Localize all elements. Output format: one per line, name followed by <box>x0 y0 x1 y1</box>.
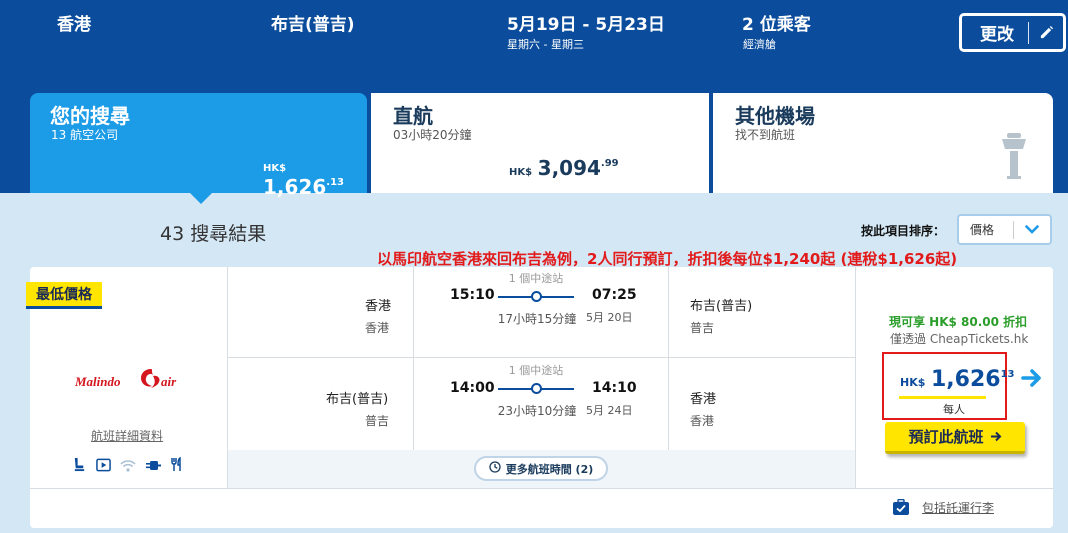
divider <box>855 267 856 488</box>
return-stops: 1 個中途站 <box>508 364 564 377</box>
sort-label: 按此項目排序： <box>861 224 946 238</box>
chevron-down-icon <box>1014 225 1050 234</box>
divider <box>668 267 669 450</box>
via-site-text: 僅透過 CheapTickets.hk <box>890 332 1029 346</box>
baggage-label: 包括託運行李 <box>922 501 995 515</box>
clock-icon <box>489 461 501 476</box>
price-underline <box>899 396 986 399</box>
outbound-arrival-date: 5月 20日 <box>586 311 633 324</box>
sort-value: 價格 <box>970 223 995 237</box>
return-duration: 23小時10分鐘 <box>497 404 577 418</box>
baggage-info[interactable]: 包括託運行李 <box>892 499 994 516</box>
sort-dropdown[interactable]: 價格 <box>957 214 1052 245</box>
video-icon <box>96 457 111 476</box>
return-destination-city: 香港 <box>690 392 717 407</box>
button-divider <box>1028 21 1029 44</box>
amenities-list <box>72 456 183 476</box>
cabin-class: 經濟艙 <box>743 38 776 51</box>
airline-logo: Malindo air <box>74 362 185 400</box>
outbound-origin-airport: 香港 <box>365 321 390 335</box>
origin-city: 香港 <box>57 15 91 35</box>
tab-subtitle: 03小時20分鐘 <box>393 128 472 142</box>
destination-city: 布吉(普吉) <box>271 15 355 35</box>
flight-price: HK$ 1,62613 <box>900 367 1015 392</box>
more-flight-times-button[interactable]: 更多航班時間 (2) <box>474 456 608 481</box>
outbound-destination-city: 布吉(普吉) <box>690 299 753 314</box>
svg-text:air: air <box>161 374 177 389</box>
outbound-arrival-time: 07:25 <box>592 287 637 303</box>
tab-your-search[interactable]: 您的搜尋 13 航空公司 HK$ 1,626.13 <box>30 93 367 199</box>
pencil-icon <box>1029 25 1063 40</box>
change-search-label: 更改 <box>980 25 1014 45</box>
outbound-origin-city: 香港 <box>365 299 392 314</box>
tab-other-airports[interactable]: 其他機場 找不到航班 <box>713 93 1053 193</box>
tab-subtitle: 找不到航班 <box>735 128 796 142</box>
lowest-price-badge: 最低價格 <box>26 282 102 309</box>
active-tab-pointer <box>190 193 212 204</box>
discount-text: 現可享 HK$ 80.00 折扣 <box>889 315 1028 329</box>
outbound-destination-airport: 普吉 <box>690 321 715 335</box>
travel-dates: 5月19日 - 5月23日 <box>507 15 665 35</box>
book-button-label: 預訂此航班 <box>908 428 984 446</box>
tab-subtitle: 13 航空公司 <box>51 128 119 142</box>
control-tower-icon <box>1001 133 1027 183</box>
seat-icon <box>72 457 87 476</box>
tab-price: HK$ 1,626.13 <box>263 163 344 199</box>
wifi-icon <box>120 457 136 476</box>
divider <box>413 267 414 450</box>
outbound-stops: 1 個中途站 <box>508 272 564 285</box>
return-origin-city: 布吉(普吉) <box>326 392 389 407</box>
change-search-button[interactable]: 更改 <box>959 13 1066 52</box>
divider <box>228 357 855 358</box>
travel-days: 星期六 - 星期三 <box>507 38 584 51</box>
svg-text:Malindo: Malindo <box>75 374 121 389</box>
return-arrival-time: 14:10 <box>592 380 637 396</box>
return-arrival-date: 5月 24日 <box>586 404 633 417</box>
meal-icon <box>170 456 183 476</box>
book-flight-button[interactable]: 預訂此航班 <box>885 422 1025 454</box>
next-arrow-icon[interactable] <box>1021 368 1043 392</box>
return-destination-airport: 香港 <box>690 414 715 428</box>
per-person-label: 每人 <box>943 403 965 416</box>
arrow-right-icon <box>990 428 1002 446</box>
tab-title: 其他機場 <box>735 104 815 128</box>
flight-details-link[interactable]: 航班詳細資料 <box>91 427 163 444</box>
stop-dot <box>531 291 542 302</box>
promo-annotation: 以馬印航空香港來回布吉為例，2人同行預訂，折扣後每位$1,240起 (連稅$1,… <box>377 250 958 268</box>
tab-price: HK$ 3,094.99 <box>509 156 619 180</box>
stop-dot <box>531 383 542 394</box>
tab-direct[interactable]: 直航 03小時20分鐘 HK$ 3,094.99 <box>371 93 709 193</box>
tab-title: 您的搜尋 <box>50 104 130 128</box>
return-departure-time: 14:00 <box>450 380 495 396</box>
outbound-departure-time: 15:10 <box>450 287 495 303</box>
outbound-duration: 17小時15分鐘 <box>497 312 577 326</box>
tab-title: 直航 <box>393 104 433 128</box>
return-origin-airport: 普吉 <box>365 414 390 428</box>
passenger-count: 2 位乘客 <box>742 15 811 35</box>
power-icon <box>145 457 161 476</box>
baggage-check-icon <box>893 499 909 515</box>
divider <box>30 488 1053 489</box>
results-count: 43 搜尋結果 <box>160 223 267 245</box>
more-times-label: 更多航班時間 (2) <box>505 462 594 476</box>
